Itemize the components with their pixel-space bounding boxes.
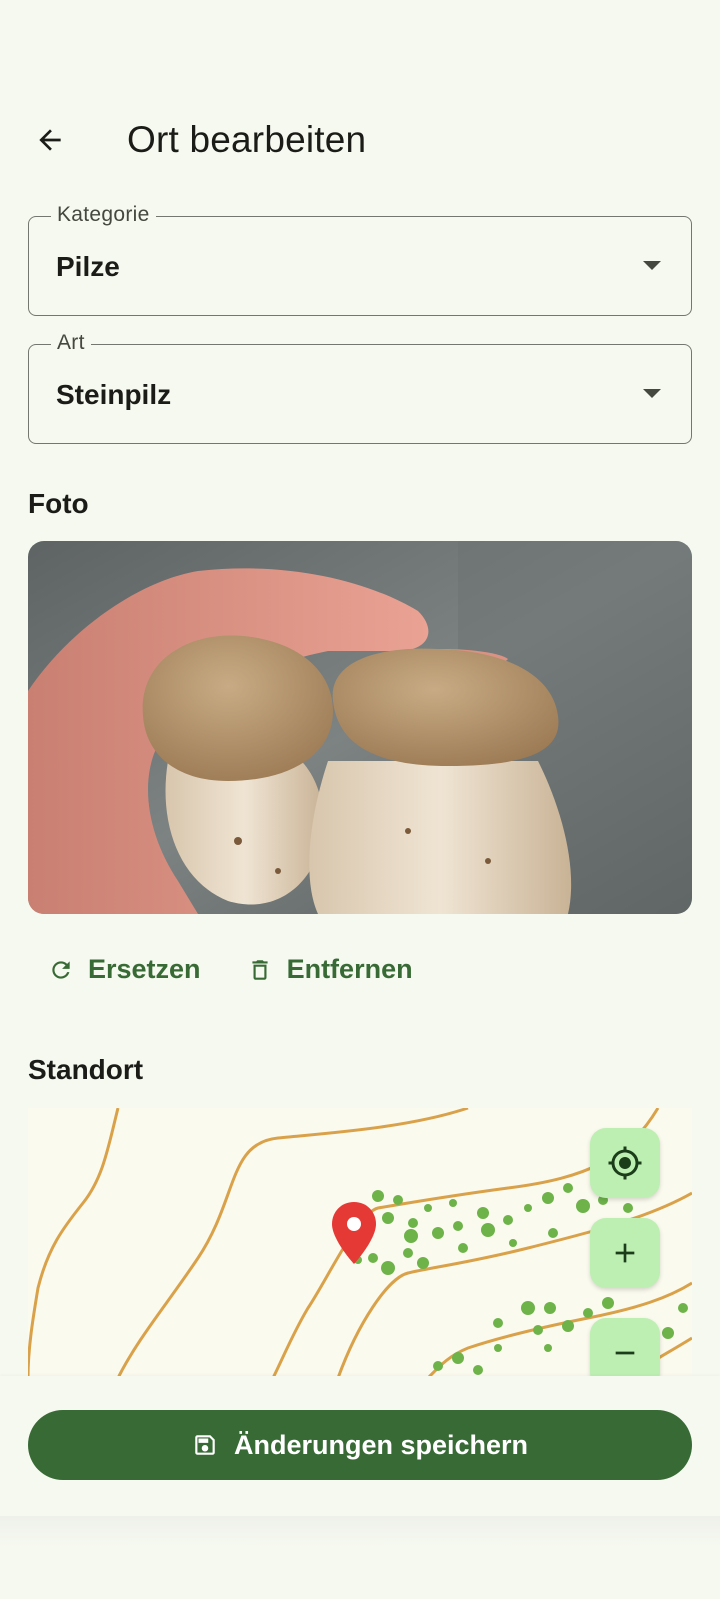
art-label: Art	[51, 331, 91, 355]
location-section-title: Standort	[28, 1054, 144, 1085]
refresh-icon	[52, 960, 70, 979]
kategorie-dropdown[interactable]: Kategorie Pilze	[28, 203, 692, 316]
zoom-in-button[interactable]	[590, 1218, 660, 1288]
plus-icon	[615, 1243, 635, 1263]
dropdown-arrow-icon[interactable]	[643, 261, 661, 270]
dropdown-arrow-icon[interactable]	[643, 389, 661, 398]
back-button[interactable]	[26, 116, 74, 164]
photo-section-title: Foto	[28, 488, 89, 519]
photo-actions: Ersetzen Entfernen	[44, 948, 417, 991]
replace-label: Ersetzen	[88, 954, 201, 984]
trash-icon	[251, 959, 268, 980]
kategorie-value: Pilze	[56, 251, 120, 282]
zoom-out-button[interactable]	[590, 1318, 660, 1378]
arrow-back-icon	[39, 129, 61, 151]
art-value: Steinpilz	[56, 379, 172, 410]
kategorie-label: Kategorie	[51, 203, 156, 227]
minus-icon	[615, 1351, 635, 1355]
mushroom-photo	[28, 541, 692, 914]
save-label: Änderungen speichern	[233, 1429, 529, 1460]
app-bar: Ort bearbeiten	[0, 100, 720, 180]
save-changes-button[interactable]: Änderungen speichern	[28, 1410, 692, 1480]
replace-photo-button[interactable]: Ersetzen	[44, 948, 205, 991]
remove-label: Entfernen	[286, 954, 413, 984]
bottom-divider	[0, 1516, 720, 1546]
location-map[interactable]	[28, 1108, 692, 1378]
remove-photo-button[interactable]: Entfernen	[243, 948, 417, 991]
bottom-action-bar: Änderungen speichern	[0, 1376, 720, 1516]
my-location-icon	[608, 1146, 642, 1180]
art-dropdown[interactable]: Art Steinpilz	[28, 331, 692, 444]
page-title: Ort bearbeiten	[127, 119, 367, 160]
save-icon	[195, 1435, 215, 1455]
locate-me-button[interactable]	[590, 1128, 660, 1198]
